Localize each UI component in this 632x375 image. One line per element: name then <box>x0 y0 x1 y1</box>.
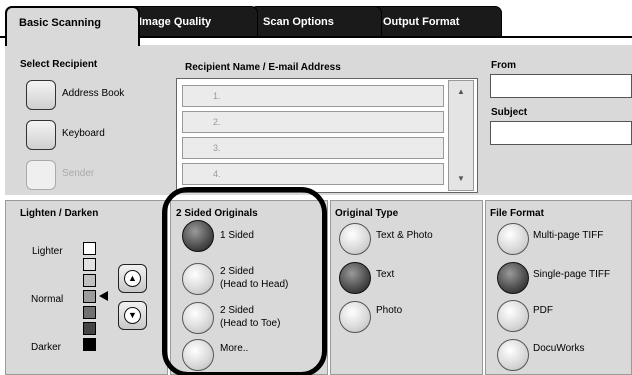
scroll-down-icon[interactable]: ▼ <box>450 170 472 188</box>
photo-label: Photo <box>376 305 403 316</box>
recipient-row[interactable]: 1. <box>182 85 444 107</box>
recipient-list-heading: Recipient Name / E-mail Address <box>185 62 341 73</box>
tab-label: Image Quality <box>139 16 212 28</box>
pdf-radio[interactable] <box>497 300 529 332</box>
single-page-tiff-label: Single-page TIFF <box>533 269 611 280</box>
darker-label: Darker <box>31 342 62 353</box>
head-to-toe-label: 2 Sided (Head to Toe) <box>220 305 281 329</box>
more-label: More.. <box>220 343 249 354</box>
darken-button[interactable]: ▼ <box>118 301 147 330</box>
from-field[interactable] <box>490 74 632 98</box>
subject-field[interactable] <box>490 121 632 145</box>
normal-label: Normal <box>31 294 64 305</box>
density-level <box>83 290 96 303</box>
keyboard-label: Keyboard <box>62 128 105 139</box>
address-book-label: Address Book <box>62 88 125 99</box>
lighter-label: Lighter <box>32 246 63 257</box>
text-photo-label: Text & Photo <box>376 230 433 241</box>
recipient-row[interactable]: 2. <box>182 111 444 133</box>
tab-image-quality[interactable]: Image Quality <box>126 6 258 37</box>
from-heading: From <box>491 60 516 71</box>
photo-radio[interactable] <box>339 301 371 333</box>
recipient-scrollbar[interactable]: ▲ ▼ <box>448 80 474 191</box>
density-pointer-icon <box>99 291 108 301</box>
text-radio[interactable] <box>339 262 371 294</box>
head-to-toe-radio[interactable] <box>182 302 214 334</box>
density-level <box>83 322 96 335</box>
head-to-head-radio[interactable] <box>182 263 214 295</box>
keyboard-button[interactable] <box>26 120 56 150</box>
tab-label: Output Format <box>383 16 460 28</box>
up-arrow-icon: ▲ <box>124 270 141 287</box>
down-arrow-icon: ▼ <box>124 307 141 324</box>
pdf-label: PDF <box>533 305 553 316</box>
text-photo-radio[interactable] <box>339 223 371 255</box>
density-level <box>83 274 96 287</box>
more-radio[interactable] <box>182 339 214 371</box>
tab-scan-options[interactable]: Scan Options <box>250 6 382 37</box>
density-level <box>83 306 96 319</box>
original-type-heading: Original Type <box>335 208 399 219</box>
single-page-tiff-radio[interactable] <box>497 262 529 294</box>
two-sided-heading: 2 Sided Originals <box>176 208 258 219</box>
file-format-heading: File Format <box>490 208 544 219</box>
multi-page-tiff-radio[interactable] <box>497 223 529 255</box>
docuworks-radio[interactable] <box>497 339 529 371</box>
tab-label: Scan Options <box>263 16 334 28</box>
one-sided-radio[interactable] <box>182 220 214 252</box>
text-label: Text <box>376 269 395 280</box>
recipient-row[interactable]: 4. <box>182 163 444 185</box>
one-sided-label: 1 Sided <box>220 230 254 241</box>
tab-label: Basic Scanning <box>19 17 101 29</box>
subject-heading: Subject <box>491 107 528 118</box>
docuworks-label: DocuWorks <box>533 343 585 354</box>
select-recipient-heading: Select Recipient <box>20 59 98 70</box>
density-level <box>83 338 96 351</box>
scroll-up-icon[interactable]: ▲ <box>450 83 472 101</box>
tab-output-format[interactable]: Output Format <box>370 6 502 37</box>
lighten-darken-heading: Lighten / Darken <box>20 208 99 219</box>
density-level <box>83 242 96 255</box>
head-to-head-label: 2 Sided (Head to Head) <box>220 266 289 290</box>
recipient-row[interactable]: 3. <box>182 137 444 159</box>
multi-page-tiff-label: Multi-page TIFF <box>533 230 604 241</box>
sender-button <box>26 160 56 190</box>
sender-label: Sender <box>62 168 95 179</box>
density-level <box>83 258 96 271</box>
address-book-button[interactable] <box>26 80 56 110</box>
lighten-button[interactable]: ▲ <box>118 264 147 293</box>
tab-basic-scanning[interactable]: Basic Scanning <box>5 6 140 46</box>
